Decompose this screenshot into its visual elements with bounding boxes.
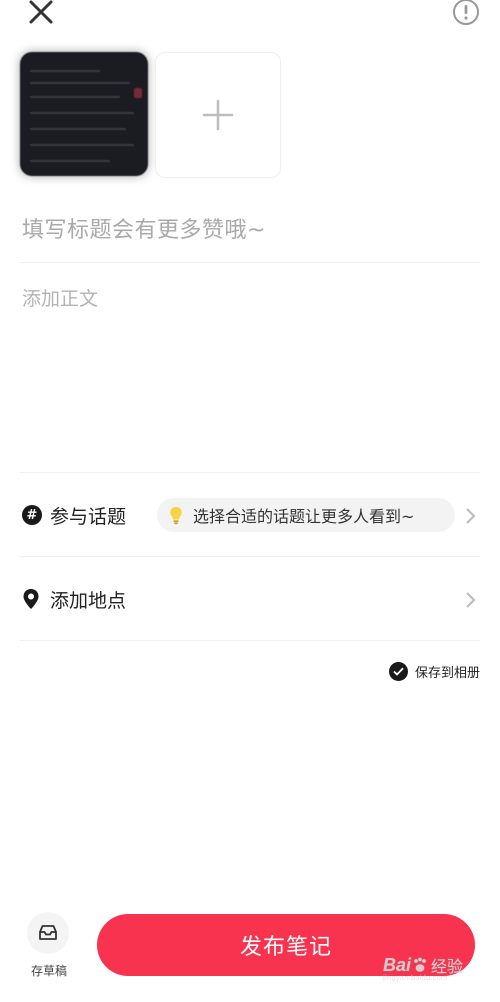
paw-icon — [413, 957, 427, 973]
close-button[interactable] — [28, 0, 56, 24]
add-location-row[interactable]: 添加地点 — [50, 586, 126, 613]
title-input[interactable]: 填写标题会有更多赞哦~ — [22, 212, 266, 244]
chevron-right-icon[interactable] — [463, 590, 477, 610]
location-pin-icon — [22, 588, 40, 610]
save-draft-button[interactable]: 存草稿 — [22, 912, 76, 982]
hashtag-icon: # — [22, 505, 42, 525]
divider — [20, 640, 480, 641]
lightbulb-icon — [170, 507, 182, 525]
plus-icon — [202, 99, 234, 131]
body-input[interactable]: 添加正文 — [22, 284, 98, 311]
info-button[interactable] — [452, 0, 480, 28]
watermark-url: jingyan.baidu.com — [383, 974, 448, 982]
add-media-button[interactable] — [155, 52, 281, 178]
chevron-right-icon[interactable] — [463, 506, 477, 526]
divider — [20, 472, 480, 473]
watermark-brand: Bai — [383, 954, 412, 975]
divider — [20, 556, 480, 557]
save-to-album-label: 保存到相册 — [414, 666, 480, 681]
save-to-album-toggle[interactable]: 保存到相册 — [388, 662, 480, 681]
baidu-jingyan-watermark: Bai 经验 jingyan.baidu.com — [383, 948, 483, 983]
check-circle-icon — [388, 662, 408, 681]
save-draft-label: 存草稿 — [30, 964, 67, 978]
topic-suggestion-pill[interactable]: 选择合适的话题让更多人看到~ — [157, 498, 455, 532]
inbox-icon — [27, 912, 69, 954]
close-icon — [29, 0, 53, 24]
divider — [20, 262, 480, 263]
info-icon — [453, 0, 479, 25]
publish-label: 发布笔记 — [239, 935, 332, 960]
topic-label[interactable]: 参与话题 — [50, 502, 126, 529]
topic-hint-text: 选择合适的话题让更多人看到~ — [193, 507, 415, 526]
media-thumbnail[interactable] — [20, 52, 148, 176]
